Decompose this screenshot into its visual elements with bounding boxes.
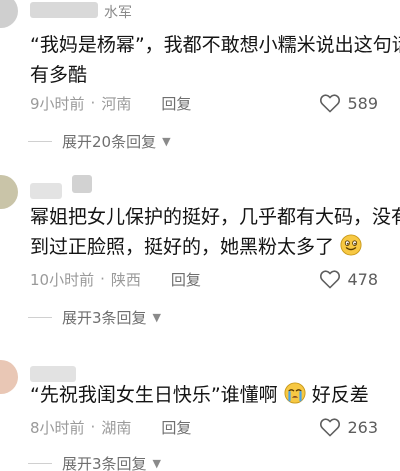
- location: 河南: [101, 94, 132, 113]
- avatar[interactable]: [0, 360, 18, 394]
- like-button[interactable]: 478: [319, 266, 378, 292]
- timestamp: 9小时前: [30, 94, 85, 113]
- username-blur: [30, 2, 98, 18]
- username-blur: [30, 183, 62, 199]
- chevron-down-icon: ▼: [162, 134, 171, 148]
- heart-icon: [320, 270, 341, 289]
- chevron-down-icon: ▼: [152, 456, 162, 470]
- avatar[interactable]: [0, 0, 18, 28]
- like-count: 263: [347, 417, 378, 437]
- comment-text: 幂姐把女儿保护的挺好，几乎都有大码，没有 到过正脸照，挺好的，她黑粉太多了: [30, 202, 400, 262]
- expand-replies-label: 展开3条回复: [62, 308, 147, 327]
- expand-replies-button[interactable]: 展开3条回复 ▼: [27, 306, 162, 328]
- like-button[interactable]: 263: [319, 414, 378, 440]
- like-button[interactable]: 589: [319, 90, 378, 116]
- comment-line: 有多酷: [30, 64, 88, 86]
- comment-line: 幂姐把女儿保护的挺好，几乎都有大码，没有: [30, 206, 400, 228]
- comment-line-text: 好反差: [311, 384, 369, 406]
- like-count: 478: [347, 269, 378, 289]
- expand-replies-button[interactable]: 展开20条回复 ▼: [28, 130, 171, 152]
- timestamp: 10小时前: [30, 270, 95, 289]
- expand-replies-label: 展开20条回复: [62, 132, 157, 151]
- comment-line: 到过正脸照，挺好的，她黑粉太多了: [30, 232, 400, 262]
- avatar[interactable]: [0, 175, 18, 209]
- separator: ·: [90, 418, 96, 436]
- smiling-face-icon: [340, 234, 362, 256]
- username[interactable]: 水军: [104, 2, 132, 22]
- separator: ·: [100, 270, 105, 288]
- reply-button[interactable]: 回复: [161, 93, 191, 114]
- separator: ·: [90, 94, 96, 112]
- username-blur: [72, 175, 92, 193]
- comment-text: “先祝我闺女生日快乐”谁懂啊 好反差: [30, 380, 400, 410]
- location: 陕西: [110, 270, 141, 289]
- comment-list: 水军 “我妈是杨幂”，我都不敢想小糯米说出这句话 有多酷 9小时前 · 河南 回…: [0, 0, 400, 471]
- reply-button[interactable]: 回复: [171, 269, 201, 290]
- comment-line-text: 到过正脸照，挺好的，她黑粉太多了: [30, 236, 335, 258]
- comment-text: “我妈是杨幂”，我都不敢想小糯米说出这句话 有多酷: [30, 30, 400, 90]
- expand-replies-button[interactable]: 展开3条回复 ▼: [27, 452, 162, 471]
- crying-face-icon: [284, 382, 306, 404]
- chevron-down-icon: ▼: [152, 310, 162, 324]
- comment-line: “先祝我闺女生日快乐”谁懂啊 好反差: [30, 380, 400, 410]
- comment-line-text: “先祝我闺女生日快乐”谁懂啊: [30, 384, 278, 406]
- comment-meta: 8小时前 · 湖南 回复: [30, 416, 191, 438]
- heart-icon: [320, 94, 341, 113]
- like-count: 589: [347, 93, 378, 113]
- comment-line: “我妈是杨幂”，我都不敢想小糯米说出这句话: [30, 34, 400, 56]
- timestamp: 8小时前: [30, 418, 85, 437]
- heart-icon: [320, 418, 341, 437]
- location: 湖南: [101, 418, 132, 437]
- comment-meta: 9小时前 · 河南 回复: [30, 92, 191, 114]
- reply-button[interactable]: 回复: [161, 417, 191, 438]
- comment-meta: 10小时前 · 陕西 回复: [30, 268, 201, 290]
- expand-replies-label: 展开3条回复: [62, 454, 147, 471]
